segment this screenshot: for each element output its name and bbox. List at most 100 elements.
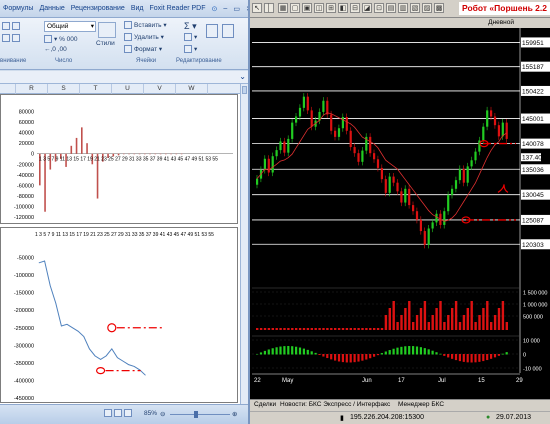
align-icon[interactable] [2,22,22,30]
candle-body [388,176,391,193]
sort-filter-icon[interactable] [206,24,220,38]
zoom-level[interactable]: 85% [144,410,157,417]
volume-bar [431,315,434,330]
toolbar-ico-14[interactable]: ▧ [410,3,420,13]
toolbar-ico-3[interactable]: ▦ [278,3,288,13]
clear-icon[interactable]: ▾ [184,45,197,54]
formula-bar[interactable]: ⌄ [0,71,248,84]
toolbar-ico-11[interactable]: ⊡ [374,3,384,13]
tab-deals[interactable]: Сделки [254,401,276,408]
line-chart[interactable]: 1 3 5 7 9 11 13 15 17 19 21 23 25 27 29 … [0,227,238,403]
volume-label: 1 500 000 [523,291,547,297]
osc-bar [439,353,442,355]
insert-button[interactable]: Вставить ▾ [124,21,167,30]
bar-mark [128,153,130,155]
toolbar-ico-1[interactable]: ↖ [252,3,262,13]
toolbar-ico-4[interactable]: ▢ [290,3,300,13]
toolbar-ico-12[interactable]: ▤ [386,3,396,13]
osc-bar [334,354,337,361]
format-button[interactable]: Формат ▾ [124,45,162,54]
toolbar-ico-2[interactable]: │ [264,3,274,13]
zoom-slider[interactable] [170,411,230,418]
tab-foxit[interactable]: Foxit Reader PDF [147,5,209,12]
osc-bar [478,354,481,362]
toolbar-ico-6[interactable]: ◫ [314,3,324,13]
toolbar-ico-15[interactable]: ▨ [422,3,432,13]
toolbar-ico-7[interactable]: ⊞ [326,3,336,13]
osc-bar [392,348,395,355]
toolbar-ico-13[interactable]: ▥ [398,3,408,13]
line-point [61,325,62,327]
insert-icon [124,21,132,30]
osc-bar [361,354,364,361]
column-w[interactable]: W [176,84,208,94]
line-chart-svg: 1 3 5 7 9 11 13 15 17 19 21 23 25 27 29 … [14,232,214,402]
period-label[interactable]: Дневной [488,19,514,26]
toolbar-ico-5[interactable]: ▣ [302,3,312,13]
styles-icon[interactable] [98,22,116,38]
close-icon[interactable]: ✕ [243,5,248,13]
bar-chart[interactable]: 80000 60000 40000 20000 0 -20000 -40000 -60000 -… [0,94,238,224]
currency-button[interactable]: ▾ % 000 [44,35,78,44]
sum-icon[interactable]: Σ ▾ [184,21,197,32]
tab-review[interactable]: Рецензирование [68,5,128,12]
expand-formula-icon[interactable]: ⌄ [239,72,246,81]
volume-bar [396,322,399,330]
candle-body [295,116,298,123]
volume-bar [505,322,508,330]
find-icon[interactable] [222,24,236,38]
tab-manager[interactable]: Менеджер БКС [398,401,444,408]
column-u[interactable]: U [112,84,144,94]
delete-button[interactable]: Удалить ▾ [124,33,164,42]
price-chart[interactable]: 159951 155187 150422 145001 140078 135036 1300… [250,28,550,399]
volume-bar [267,328,271,330]
fill-icon[interactable]: ▾ [184,33,197,42]
price-label: 150422 [522,88,544,95]
osc-bar [314,352,317,355]
zoom-out-button[interactable]: ⊖ [160,410,165,418]
candle-body [283,141,286,153]
number-format-select[interactable]: Общий ▾ [44,21,96,32]
page-layout-icon[interactable] [114,409,122,417]
tab-news[interactable]: Новости: БКС Экспресс / Интерфакс [280,401,390,408]
styles-button[interactable]: Стили [96,40,115,47]
column-r[interactable]: R [16,84,48,94]
line-y-tick: -400000 [14,378,34,384]
column-t[interactable]: T [80,84,112,94]
toolbar-ico-16[interactable]: ▩ [434,3,444,13]
osc-bar [388,350,391,355]
column-v[interactable]: V [144,84,176,94]
tab-formulas[interactable]: Формулы [0,5,36,12]
tab-view[interactable]: Вид [128,5,147,12]
terminal-status-bar: ▮ 195.226.204.208:15300 ● 29.07.2013 [250,411,550,424]
view-buttons[interactable] [104,409,144,419]
restore-icon[interactable]: ▭ [230,5,243,13]
column-s[interactable]: S [48,84,80,94]
toolbar-ico-10[interactable]: ◪ [362,3,372,13]
wrap-icon[interactable] [2,34,22,42]
osc-bar [279,346,282,355]
zoom-in-button[interactable]: ⊕ [232,410,237,418]
volume-bar [439,301,442,330]
osc-bar [283,346,286,355]
tab-data[interactable]: Данные [36,5,67,12]
minimize-icon[interactable]: – [220,5,230,12]
worksheet[interactable]: 80000 60000 40000 20000 0 -20000 -40000 -60000 -… [0,94,240,404]
toolbar-ico-8[interactable]: ◧ [338,3,348,13]
group-number-label: Число [55,58,73,64]
line-y-tick: -300000 [14,343,34,349]
line-y-tick: -200000 [14,308,34,314]
help-icon[interactable]: ⊙ [209,5,221,13]
insert-label: Вставить [134,22,162,29]
scroll-thumb[interactable] [242,86,247,94]
vertical-scrollbar[interactable] [240,84,248,404]
normal-view-icon[interactable] [104,409,112,417]
page-break-icon[interactable] [124,409,132,417]
line-point [83,336,85,337]
zoom-slider-thumb[interactable] [194,411,198,418]
candle-body [497,125,500,137]
decimal-buttons[interactable]: ←,0 ,00 [44,46,67,53]
candle-body [490,110,493,117]
candle-body [322,100,325,112]
toolbar-ico-9[interactable]: ⊟ [350,3,360,13]
